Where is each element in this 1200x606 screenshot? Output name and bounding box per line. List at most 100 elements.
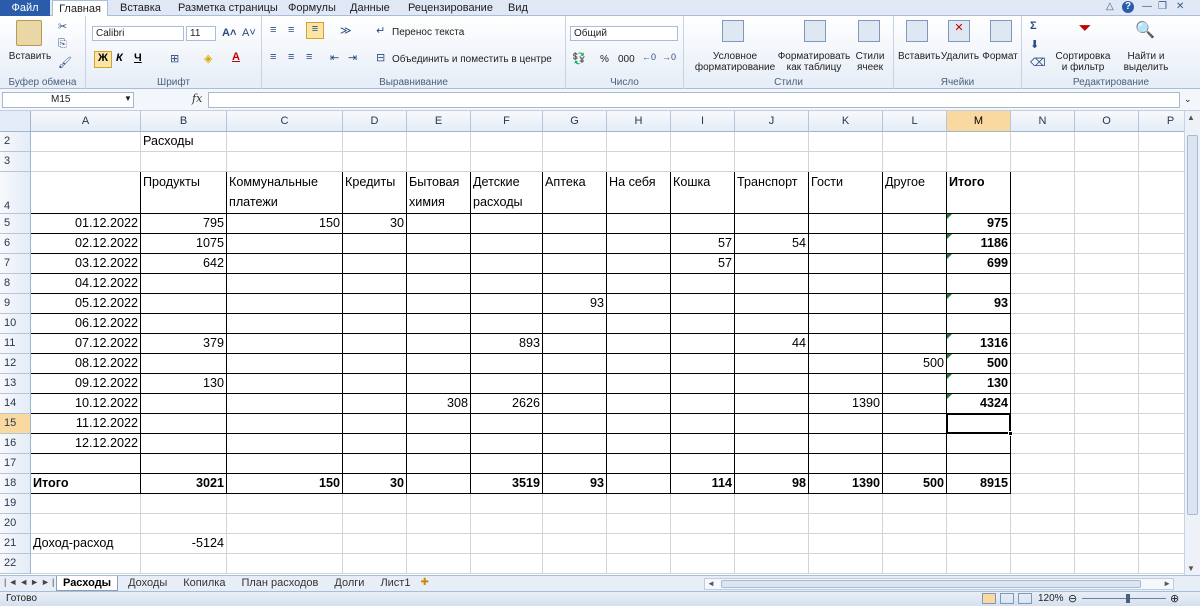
cell-c20[interactable] xyxy=(227,514,343,534)
column-total-cell[interactable]: 98 xyxy=(735,474,809,494)
column-header-g[interactable]: G xyxy=(543,111,607,132)
column-header-b[interactable]: B xyxy=(141,111,227,132)
vertical-scroll-thumb[interactable] xyxy=(1187,135,1198,515)
cell-c19[interactable] xyxy=(227,494,343,514)
value-cell[interactable]: 379 xyxy=(141,334,227,354)
cell-e21[interactable] xyxy=(407,534,471,554)
column-total-cell[interactable]: 3519 xyxy=(471,474,543,494)
cell-f20[interactable] xyxy=(471,514,543,534)
cell-i8[interactable] xyxy=(671,274,735,294)
cell-g2[interactable] xyxy=(543,132,607,152)
cell-n4[interactable] xyxy=(1011,172,1075,214)
cell-l15[interactable] xyxy=(883,414,947,434)
delete-cells-button[interactable]: Удалить xyxy=(940,51,980,62)
column-total-cell[interactable]: 30 xyxy=(343,474,407,494)
cell-p15[interactable] xyxy=(1139,414,1184,434)
scroll-left-icon[interactable]: ◄ xyxy=(707,579,715,588)
column-header-j[interactable]: J xyxy=(735,111,809,132)
cell-f6[interactable] xyxy=(471,234,543,254)
cell-l16[interactable] xyxy=(883,434,947,454)
cell-n22[interactable] xyxy=(1011,554,1075,574)
cell-e10[interactable] xyxy=(407,314,471,334)
row-header-14[interactable]: 14 xyxy=(0,394,31,414)
cell-n10[interactable] xyxy=(1011,314,1075,334)
format-cells-button[interactable]: Формат xyxy=(980,51,1020,62)
column-total-cell[interactable]: 1390 xyxy=(809,474,883,494)
cell-h2[interactable] xyxy=(607,132,671,152)
cell-p20[interactable] xyxy=(1139,514,1184,534)
column-header-i[interactable]: I xyxy=(671,111,735,132)
tab-file[interactable]: Файл xyxy=(0,0,50,16)
cell-i12[interactable] xyxy=(671,354,735,374)
select-all-corner[interactable] xyxy=(0,111,31,132)
cell-k21[interactable] xyxy=(809,534,883,554)
cell-e22[interactable] xyxy=(407,554,471,574)
column-total-cell[interactable]: 114 xyxy=(671,474,735,494)
value-cell[interactable]: 893 xyxy=(471,334,543,354)
cell-n15[interactable] xyxy=(1011,414,1075,434)
cell-a17[interactable] xyxy=(31,454,141,474)
cell-k13[interactable] xyxy=(809,374,883,394)
number-format-select[interactable]: Общий xyxy=(570,26,678,41)
column-total-cell[interactable]: 8915 xyxy=(947,474,1011,494)
cell-d16[interactable] xyxy=(343,434,407,454)
column-header-f[interactable]: F xyxy=(471,111,543,132)
cell-n21[interactable] xyxy=(1011,534,1075,554)
cell-b16[interactable] xyxy=(141,434,227,454)
borders-icon[interactable]: ⊞ xyxy=(170,52,179,65)
cell-m19[interactable] xyxy=(947,494,1011,514)
cell-o5[interactable] xyxy=(1075,214,1139,234)
tab-page-layout[interactable]: Разметка страницы xyxy=(178,0,278,16)
cell-l17[interactable] xyxy=(883,454,947,474)
cell-p14[interactable] xyxy=(1139,394,1184,414)
row-total-cell[interactable]: 4324 xyxy=(947,394,1011,414)
row-header-3[interactable]: 3 xyxy=(0,152,31,172)
cell-e12[interactable] xyxy=(407,354,471,374)
cell-b20[interactable] xyxy=(141,514,227,534)
cell-i11[interactable] xyxy=(671,334,735,354)
format-cells-icon[interactable] xyxy=(990,20,1012,42)
cell-g15[interactable] xyxy=(543,414,607,434)
cell-n6[interactable] xyxy=(1011,234,1075,254)
underline-button[interactable]: Ч xyxy=(134,52,142,64)
cell-n17[interactable] xyxy=(1011,454,1075,474)
cell-c11[interactable] xyxy=(227,334,343,354)
column-title-4[interactable]: Бытовая химия xyxy=(407,172,471,214)
column-title-2[interactable]: Коммунальные платежи xyxy=(227,172,343,214)
cell-h12[interactable] xyxy=(607,354,671,374)
cell-j15[interactable] xyxy=(735,414,809,434)
cell-j3[interactable] xyxy=(735,152,809,172)
cell-d22[interactable] xyxy=(343,554,407,574)
cell-f5[interactable] xyxy=(471,214,543,234)
paste-button[interactable]: Вставить xyxy=(8,51,52,62)
column-total-cell[interactable]: 93 xyxy=(543,474,607,494)
cell-p17[interactable] xyxy=(1139,454,1184,474)
cell-f13[interactable] xyxy=(471,374,543,394)
column-title-7[interactable]: На себя xyxy=(607,172,671,214)
row-total-cell[interactable]: 130 xyxy=(947,374,1011,394)
cell-o21[interactable] xyxy=(1075,534,1139,554)
cell-i10[interactable] xyxy=(671,314,735,334)
cell-c7[interactable] xyxy=(227,254,343,274)
cell-o6[interactable] xyxy=(1075,234,1139,254)
cell-p2[interactable] xyxy=(1139,132,1184,152)
cell-a3[interactable] xyxy=(31,152,141,172)
column-header-e[interactable]: E xyxy=(407,111,471,132)
cell-a2[interactable] xyxy=(31,132,141,152)
decrease-decimal-icon[interactable]: →0 xyxy=(662,52,676,62)
cell-l6[interactable] xyxy=(883,234,947,254)
cell-c21[interactable] xyxy=(227,534,343,554)
cell-m21[interactable] xyxy=(947,534,1011,554)
cell-g11[interactable] xyxy=(543,334,607,354)
wrap-text-button[interactable]: Перенос текста xyxy=(392,27,464,38)
row-header-18[interactable]: 18 xyxy=(0,474,31,494)
cell-o10[interactable] xyxy=(1075,314,1139,334)
column-header-p[interactable]: P xyxy=(1139,111,1184,132)
cell-h17[interactable] xyxy=(607,454,671,474)
cell-n8[interactable] xyxy=(1011,274,1075,294)
zoom-slider[interactable] xyxy=(1082,598,1166,599)
cell-j21[interactable] xyxy=(735,534,809,554)
cell-h21[interactable] xyxy=(607,534,671,554)
value-cell[interactable]: 2626 xyxy=(471,394,543,414)
cell-p10[interactable] xyxy=(1139,314,1184,334)
